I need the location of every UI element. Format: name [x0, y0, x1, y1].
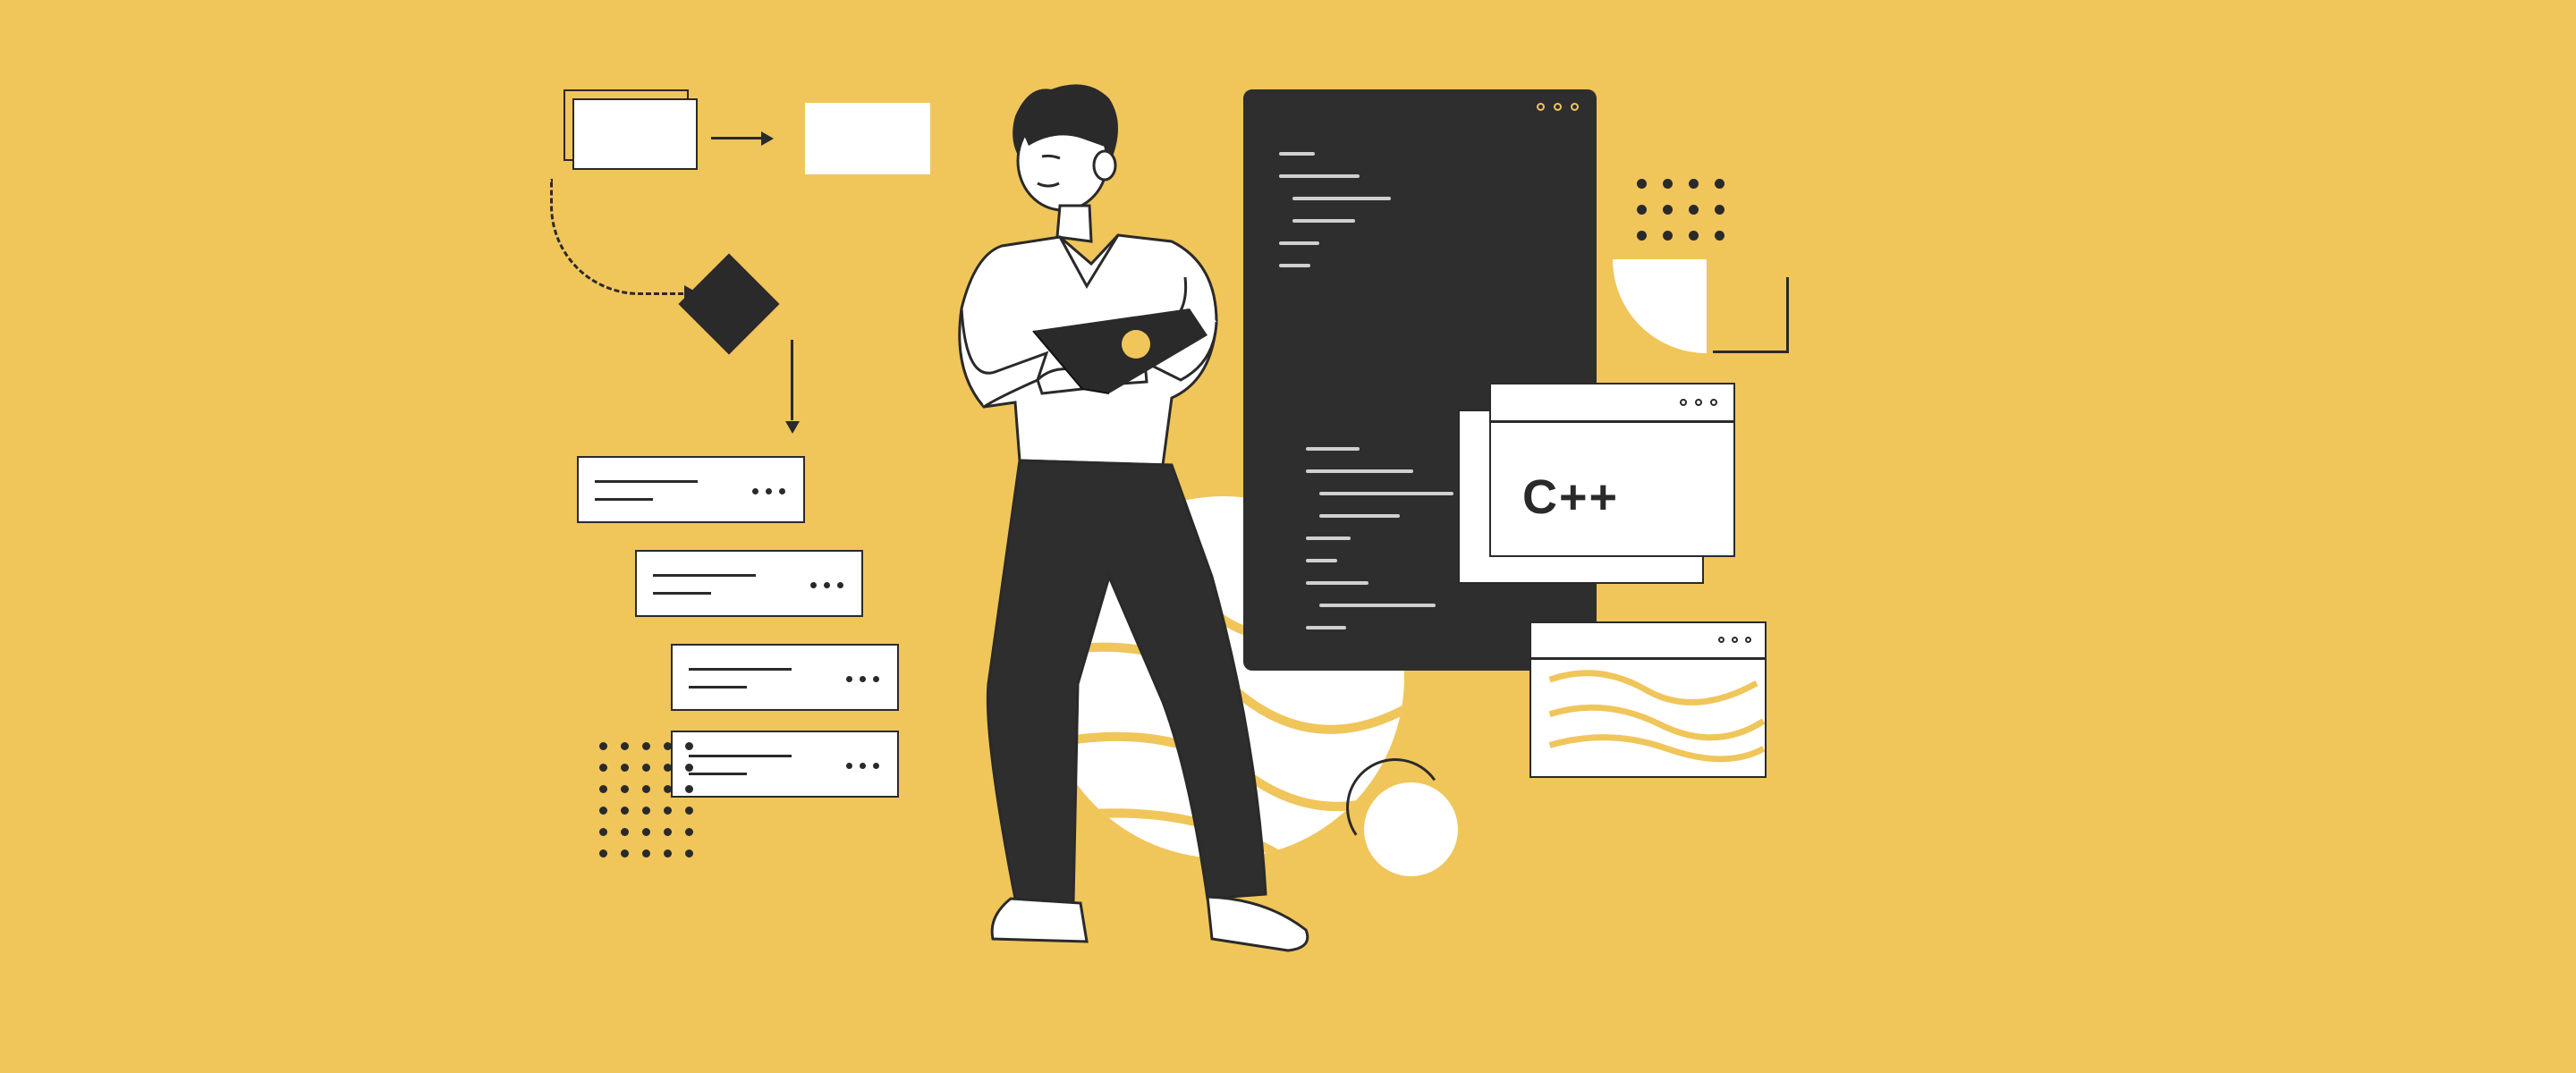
dot-grid-decoration-right [1637, 179, 1724, 241]
cpp-label: C++ [1522, 469, 1619, 525]
dot-grid-decoration-left [599, 742, 694, 858]
flowchart-dashed-arrow [550, 179, 684, 295]
flowchart-box-1 [572, 98, 698, 170]
flowchart-decision-diamond [678, 253, 779, 354]
window-controls-icon [1680, 399, 1717, 406]
list-card-2 [635, 550, 863, 617]
cpp-window: C++ [1489, 383, 1735, 557]
flowchart-arrow-down [784, 340, 801, 434]
quarter-circle-shape [1613, 259, 1707, 353]
pattern-window [1530, 621, 1767, 778]
list-card-1 [577, 456, 805, 523]
corner-angle-shape [1713, 277, 1789, 353]
window-controls-icon [1537, 103, 1579, 111]
window-controls-icon [1718, 637, 1751, 643]
developer-person-icon [859, 76, 1360, 970]
flowchart-arrow-right [711, 130, 783, 148]
developer-illustration: C++ [0, 0, 2576, 1073]
